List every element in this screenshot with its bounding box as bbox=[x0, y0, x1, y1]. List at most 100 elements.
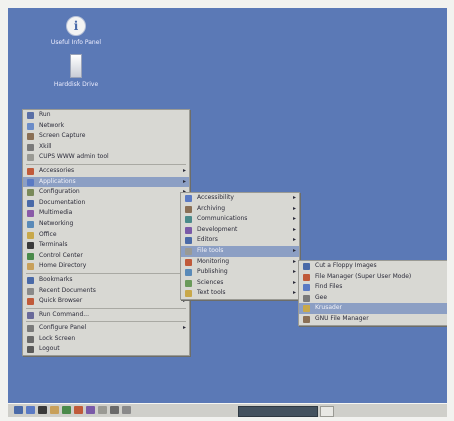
menu-item-camera[interactable]: Screen Capture bbox=[23, 131, 189, 142]
menu-item-label: File tools bbox=[197, 246, 224, 254]
menu-item-label: Monitoring bbox=[197, 257, 230, 265]
configuration-icon bbox=[27, 189, 34, 197]
menu-item-quick-browser[interactable]: Quick Browser ▸ bbox=[23, 296, 189, 307]
menu-item-label: Sciences bbox=[197, 278, 224, 286]
desktop: i Useful Info Panel Harddisk Drive Run Ne… bbox=[8, 8, 447, 412]
menu-item-label: Archiving bbox=[197, 204, 226, 212]
menu-item-configure-panel[interactable]: Configure Panel ▸ bbox=[23, 323, 189, 334]
menu-item-label: Terminals bbox=[39, 241, 68, 249]
menu-item-applications[interactable]: Applications ▸ bbox=[23, 176, 189, 188]
menu-item-find[interactable]: Find Files bbox=[299, 282, 447, 293]
recent-documents-icon bbox=[27, 287, 34, 295]
desktop-icon-label: Harddisk Drive bbox=[53, 81, 99, 88]
menu-item-communications[interactable]: Communications ▸ bbox=[181, 214, 299, 225]
control-center-icon bbox=[27, 252, 34, 260]
menu-item-label: File Manager (Super User Mode) bbox=[315, 272, 412, 280]
menu-item-text-tools[interactable]: Text tools ▸ bbox=[181, 288, 299, 299]
submenu-arrow-icon: ▸ bbox=[292, 225, 296, 233]
menu-item-home[interactable]: Home Directory bbox=[23, 261, 189, 272]
menu-item-label: Configuration bbox=[39, 188, 80, 196]
menu-item-label: Accessories bbox=[39, 166, 75, 174]
home-icon[interactable] bbox=[50, 406, 59, 414]
menu-item-logout[interactable]: Logout bbox=[23, 344, 189, 355]
menu-item-gnu-file-manager[interactable]: GNU File Manager bbox=[299, 314, 447, 325]
menu-item-archive[interactable]: Archiving ▸ bbox=[181, 204, 299, 215]
pager-icon[interactable] bbox=[122, 406, 131, 414]
menu-item-krusader[interactable]: Krusader bbox=[299, 303, 447, 314]
menu-item-label: GNU File Manager bbox=[315, 314, 369, 322]
menu-item-label: CUPS WWW admin tool bbox=[39, 153, 109, 161]
menu-item-label: Publishing bbox=[197, 268, 228, 276]
menu-item-label: Run Command... bbox=[39, 310, 89, 318]
menu-item-editors[interactable]: Editors ▸ bbox=[181, 235, 299, 246]
menu-item-label: Gee bbox=[315, 293, 328, 301]
menu-item-network[interactable]: Network bbox=[23, 121, 189, 132]
submenu-arrow-icon: ▸ bbox=[292, 268, 296, 276]
menu-item-monitoring[interactable]: Monitoring ▸ bbox=[181, 257, 299, 268]
desktop-icon-info[interactable]: i Useful Info Panel bbox=[36, 16, 116, 46]
menu-item-label: Quick Browser bbox=[39, 297, 83, 305]
menu-item-office[interactable]: Office▸ bbox=[23, 230, 189, 241]
menu-item-accessibility[interactable]: Accessibility ▸ bbox=[181, 193, 299, 204]
menu-item-label: Control Center bbox=[39, 251, 83, 259]
menu-item-control-center[interactable]: Control Center bbox=[23, 251, 189, 262]
menu-item-label: Applications bbox=[39, 177, 76, 185]
taskbar bbox=[8, 403, 447, 417]
help-icon[interactable] bbox=[98, 406, 107, 414]
menu-item-networking[interactable]: Networking▸ bbox=[23, 219, 189, 230]
menu-item-terminal[interactable]: Terminals▸ bbox=[23, 240, 189, 251]
menu-item-accessories[interactable]: Accessories ▸ bbox=[23, 166, 189, 177]
run-icon bbox=[27, 112, 34, 119]
menu-item-label: Network bbox=[39, 121, 65, 129]
terminal-icon bbox=[27, 242, 34, 250]
taskbar-task-button[interactable] bbox=[238, 406, 318, 417]
submenu-arrow-icon: ▸ bbox=[292, 246, 296, 254]
menu-item-label: Run bbox=[39, 111, 51, 118]
printer-icon bbox=[27, 154, 34, 162]
taskbar-pager-button[interactable] bbox=[320, 406, 334, 417]
menu-item-development[interactable]: Development ▸ bbox=[181, 225, 299, 236]
desktop-icon[interactable] bbox=[26, 406, 35, 414]
menu-item-printer[interactable]: CUPS WWW admin tool bbox=[23, 152, 189, 163]
menu-item-sciences[interactable]: Sciences ▸ bbox=[181, 278, 299, 289]
menu-item-floppy[interactable]: Cut a Floppy Images bbox=[299, 261, 447, 272]
menu-item-file-manager-su[interactable]: File Manager (Super User Mode) bbox=[299, 272, 447, 283]
terminal-icon[interactable] bbox=[38, 406, 47, 414]
gnu-file-manager-icon bbox=[303, 315, 310, 323]
desktop-icon-drive[interactable]: Harddisk Drive bbox=[36, 54, 116, 88]
file-tools-icon bbox=[185, 247, 192, 255]
menu-item-recent-documents[interactable]: Recent Documents▸ bbox=[23, 286, 189, 297]
menu-item-configuration[interactable]: Configuration▸ bbox=[23, 187, 189, 198]
file-tools-submenu: Cut a Floppy Images File Manager (Super U… bbox=[298, 260, 447, 326]
submenu-arrow-icon: ▸ bbox=[182, 166, 186, 174]
menu-item-gee[interactable]: Gee bbox=[299, 293, 447, 304]
mail-icon[interactable] bbox=[74, 406, 83, 414]
office-icon[interactable] bbox=[86, 406, 95, 414]
menu-item-label: Office bbox=[39, 230, 57, 238]
menu-item-run-command[interactable]: Run Command... bbox=[23, 310, 189, 321]
file-manager-su-icon bbox=[303, 273, 310, 281]
monitoring-icon bbox=[185, 258, 192, 266]
configure-panel-icon bbox=[27, 325, 34, 333]
menu-item-bookmark[interactable]: Bookmarks▸ bbox=[23, 275, 189, 286]
menu-item-label: Multimedia bbox=[39, 209, 73, 217]
documentation-icon bbox=[27, 199, 34, 207]
browser-icon[interactable] bbox=[62, 406, 71, 414]
submenu-arrow-icon: ▸ bbox=[292, 289, 296, 297]
submenu-arrow-icon: ▸ bbox=[292, 194, 296, 201]
menu-item-publishing[interactable]: Publishing ▸ bbox=[181, 267, 299, 278]
menu-item-file-tools[interactable]: File tools ▸ bbox=[181, 245, 299, 257]
start-icon[interactable] bbox=[14, 406, 23, 414]
menu-item-label: Editors bbox=[197, 236, 218, 244]
menu-item-documentation[interactable]: Documentation▸ bbox=[23, 198, 189, 209]
publishing-icon bbox=[185, 269, 192, 277]
menu-item-xkill[interactable]: Xkill bbox=[23, 142, 189, 153]
tools-icon[interactable] bbox=[110, 406, 119, 414]
menu-item-lock[interactable]: Lock Screen bbox=[23, 334, 189, 345]
editors-icon bbox=[185, 237, 192, 245]
run-command-icon bbox=[27, 311, 34, 319]
menu-item-label: Find Files bbox=[315, 283, 343, 291]
menu-item-multimedia[interactable]: Multimedia▸ bbox=[23, 208, 189, 219]
menu-item-run[interactable]: Run bbox=[23, 110, 189, 121]
bookmark-icon bbox=[27, 276, 34, 284]
